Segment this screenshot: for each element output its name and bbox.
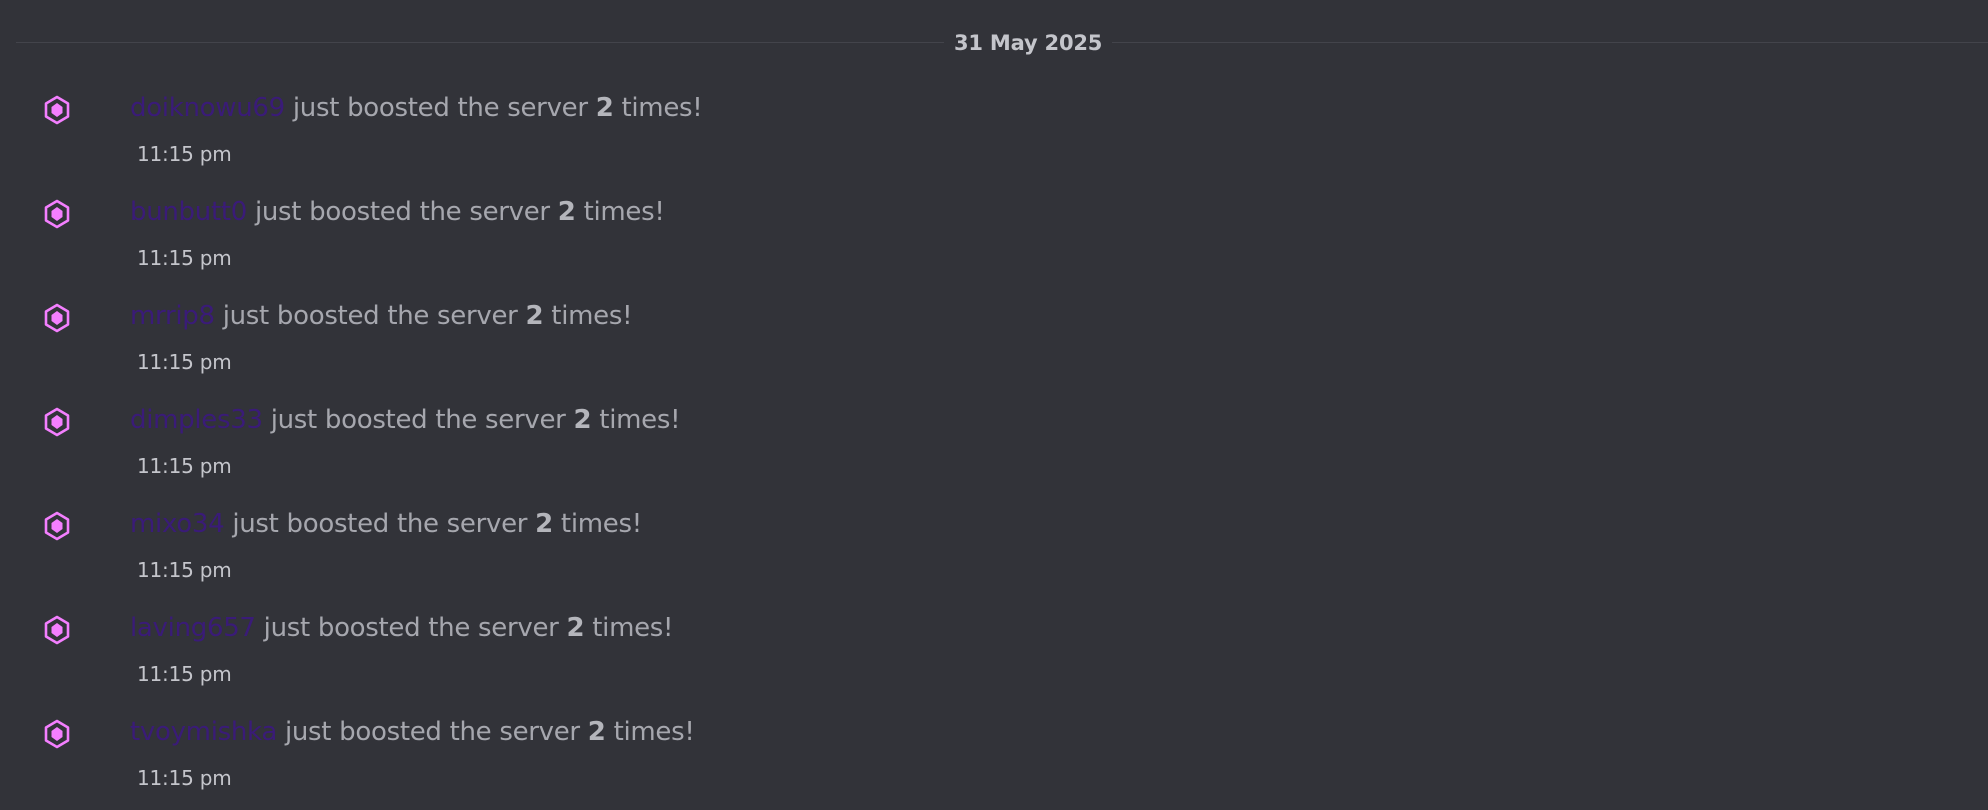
username[interactable]: bunbutt0 [130, 197, 247, 227]
message-text-end: times! [621, 93, 703, 123]
timestamp[interactable]: 11:15 pm [137, 765, 232, 791]
nitro-boost-icon [44, 615, 70, 645]
timestamp[interactable]: 11:15 pm [137, 141, 232, 167]
message-text: just boosted the server [232, 509, 528, 539]
message-content: mrrip8 just boosted the server 2 times! [130, 298, 633, 334]
nitro-boost-icon [44, 511, 70, 541]
boost-count: 2 [525, 301, 544, 331]
boost-count: 2 [557, 197, 576, 227]
message-text: just boosted the server [284, 717, 580, 747]
boost-count: 2 [573, 405, 592, 435]
boost-count: 2 [566, 613, 585, 643]
date-divider-label: 31 May 2025 [944, 30, 1113, 56]
timestamp[interactable]: 11:15 pm [137, 245, 232, 271]
message-text: just boosted the server [254, 197, 550, 227]
message-text-end: times! [551, 301, 633, 331]
message-text-end: times! [613, 717, 695, 747]
timestamp[interactable]: 11:15 pm [137, 349, 232, 375]
username[interactable]: mrrip8 [130, 301, 215, 331]
timestamp[interactable]: 11:15 pm [137, 557, 232, 583]
nitro-boost-icon [44, 407, 70, 437]
message-text-end: times! [592, 613, 674, 643]
message-text: just boosted the server [263, 613, 559, 643]
message-text-end: times! [560, 509, 642, 539]
nitro-boost-icon [44, 95, 70, 125]
message-content: doiknowu69 just boosted the server 2 tim… [130, 90, 703, 126]
nitro-boost-icon [44, 303, 70, 333]
message-list: 31 May 2025 doiknowu69 just boosted the … [0, 0, 1988, 810]
timestamp[interactable]: 11:15 pm [137, 453, 232, 479]
message-text: just boosted the server [222, 301, 518, 331]
nitro-boost-icon [44, 199, 70, 229]
username[interactable]: laving657 [130, 613, 256, 643]
boost-count: 2 [587, 717, 606, 747]
message-content: tvoymishka just boosted the server 2 tim… [130, 714, 695, 750]
message-content: dimples33 just boosted the server 2 time… [130, 402, 681, 438]
username[interactable]: dimples33 [130, 405, 263, 435]
message-content: laving657 just boosted the server 2 time… [130, 610, 673, 646]
username[interactable]: mixo34 [130, 509, 225, 539]
message-text: just boosted the server [270, 405, 566, 435]
timestamp[interactable]: 11:15 pm [137, 661, 232, 687]
username[interactable]: tvoymishka [130, 717, 277, 747]
boost-count: 2 [535, 509, 553, 539]
username[interactable]: doiknowu69 [130, 93, 285, 123]
message-content: bunbutt0 just boosted the server 2 times… [130, 194, 665, 230]
message-text: just boosted the server [292, 93, 588, 123]
boost-count: 2 [595, 93, 614, 123]
message-content: mixo34 just boosted the server 2 times! [130, 506, 642, 542]
nitro-boost-icon [44, 719, 70, 749]
message-text-end: times! [599, 405, 681, 435]
message-text-end: times! [583, 197, 665, 227]
